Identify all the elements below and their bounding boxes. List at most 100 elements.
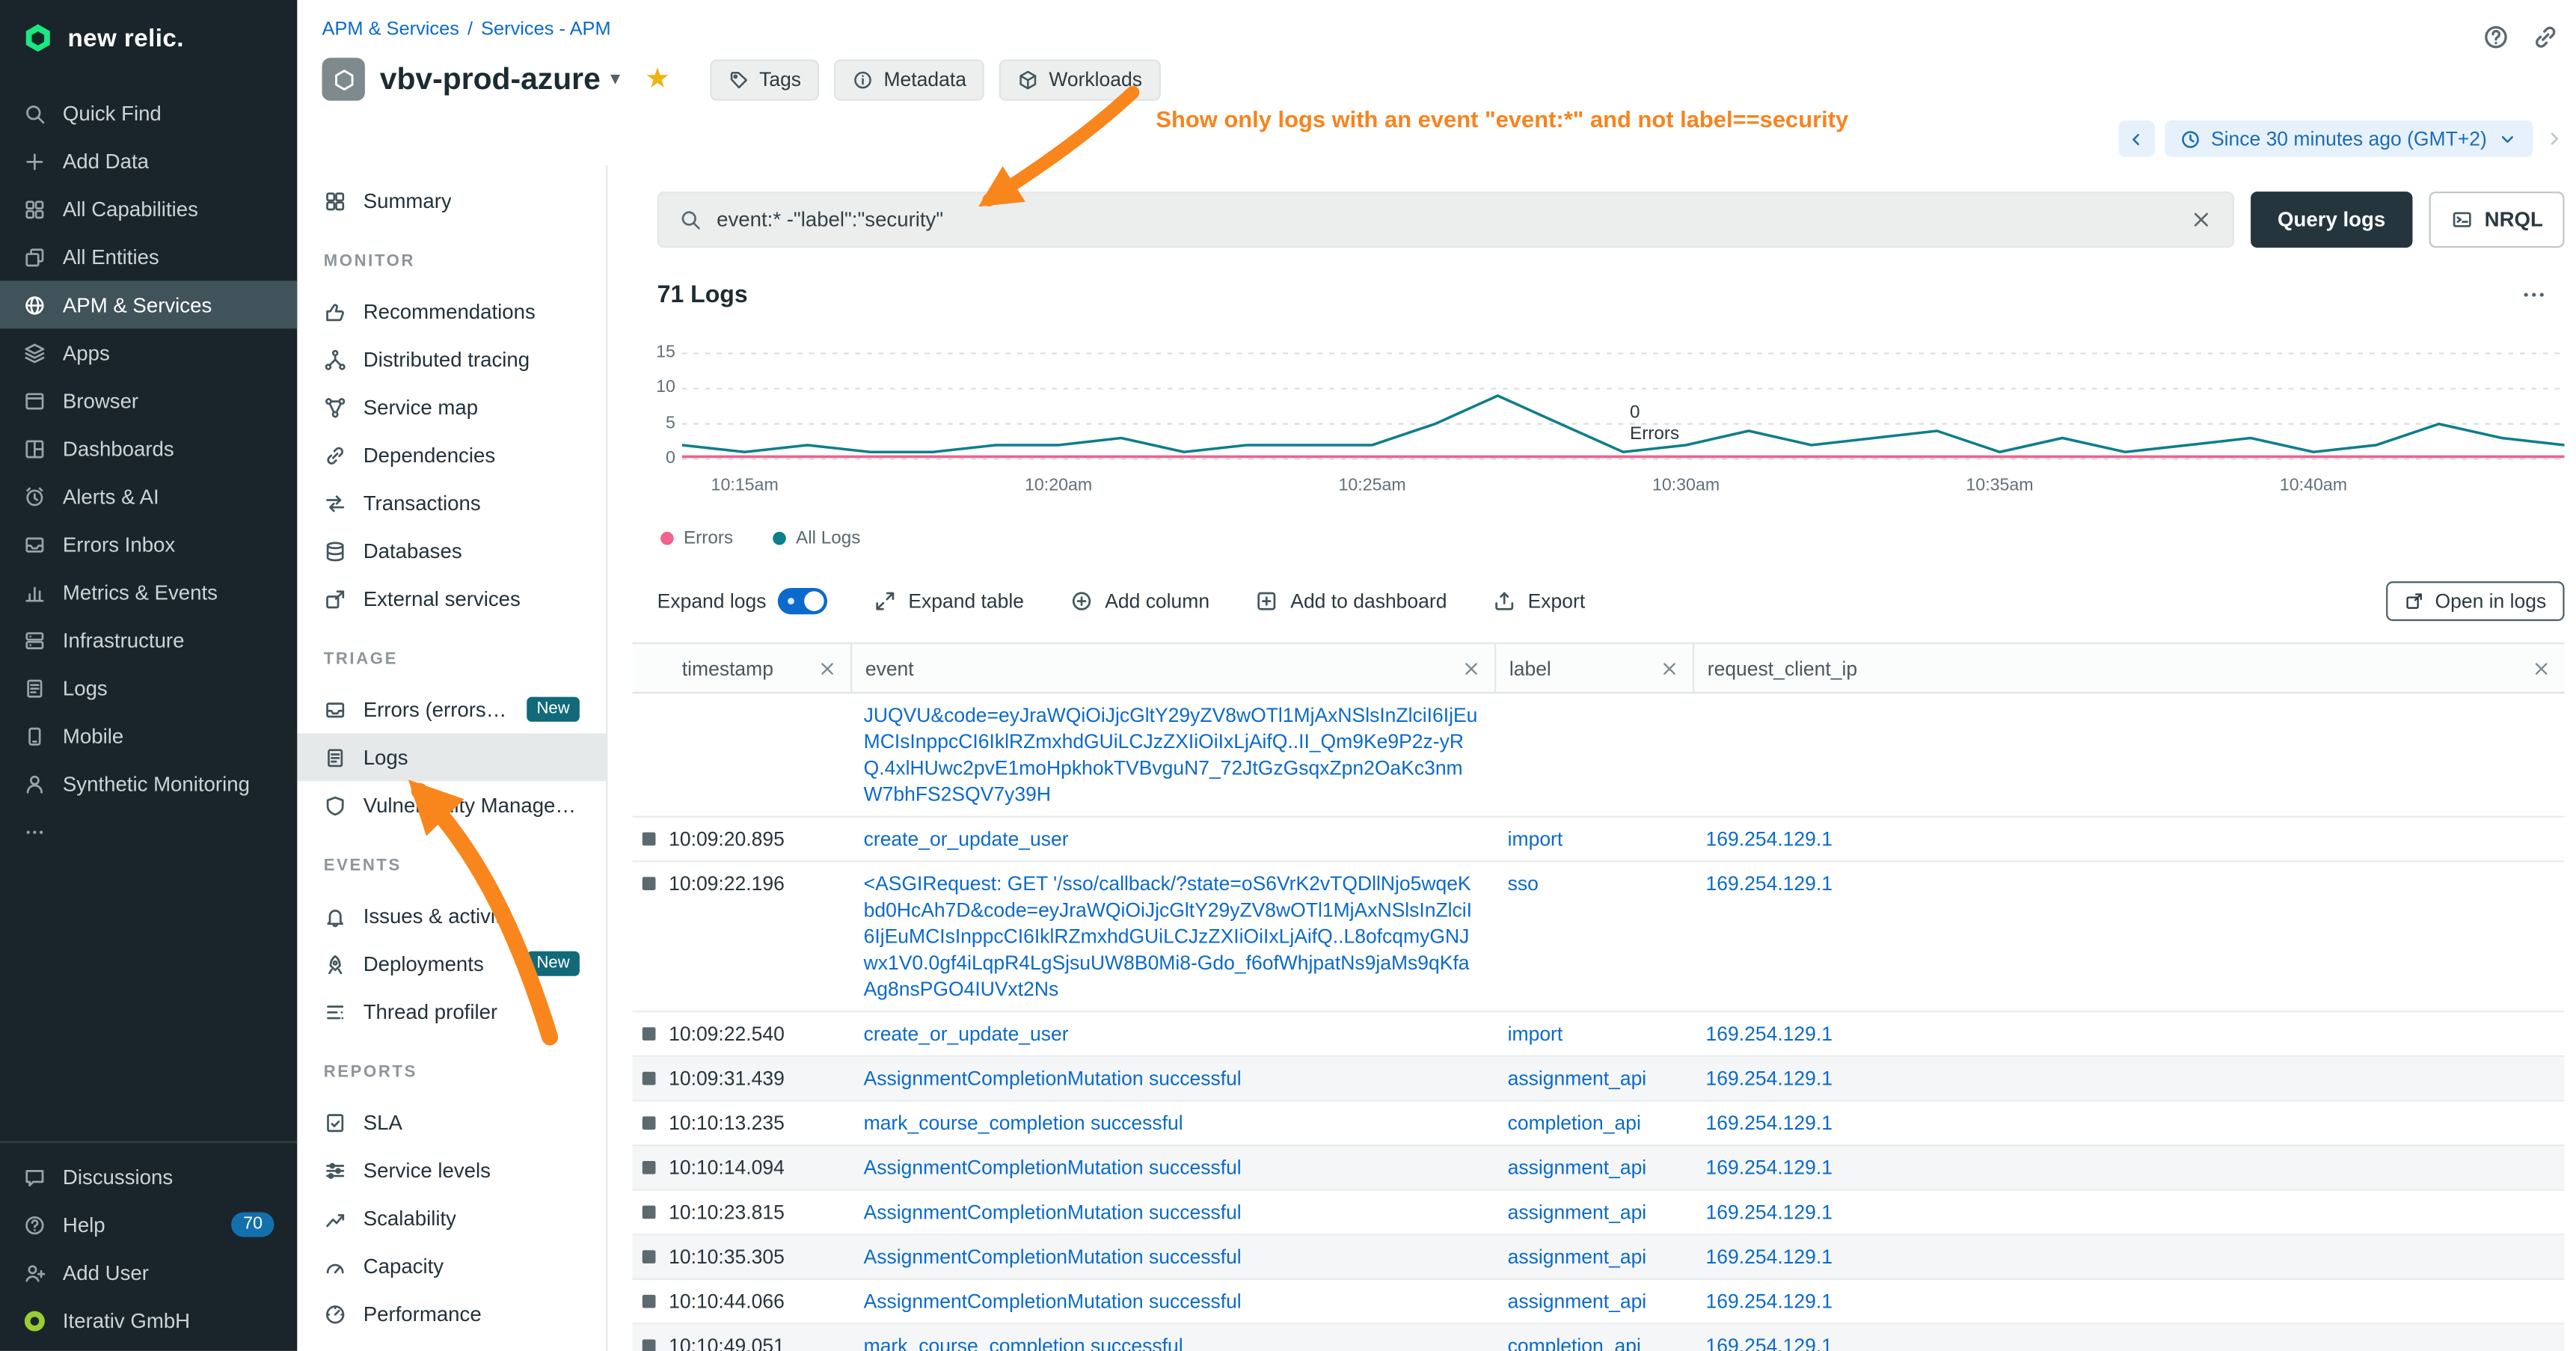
add-to-dashboard-button[interactable]: Add to dashboard xyxy=(1256,589,1447,613)
log-row[interactable]: 10:10:49.051mark_course_completion succe… xyxy=(633,1325,2565,1351)
log-row[interactable]: 10:09:22.540create_or_update_userimport1… xyxy=(633,1012,2565,1057)
sidebar-item-synthetic-monitoring[interactable]: Synthetic Monitoring xyxy=(0,760,297,808)
sidebar-item-errors-inbox[interactable]: Errors Inbox xyxy=(0,520,297,568)
log-row[interactable]: JUQVU&code=eyJraWQiOiJjcGltY29yZV8wOTl1M… xyxy=(633,693,2565,818)
row-expander[interactable] xyxy=(643,1250,656,1263)
log-label-link[interactable]: completion_api xyxy=(1508,1335,1641,1351)
expand-logs-toggle[interactable] xyxy=(778,588,827,614)
subnav-item-deployments[interactable]: DeploymentsNew xyxy=(297,940,606,987)
log-row[interactable]: 10:10:35.305AssignmentCompletionMutation… xyxy=(633,1235,2565,1280)
row-expander[interactable] xyxy=(643,833,656,846)
sidebar-item-all-capabilities[interactable]: All Capabilities xyxy=(0,185,297,233)
log-ip-link[interactable]: 169.254.129.1 xyxy=(1706,1246,1833,1269)
subnav-item-performance[interactable]: Performance xyxy=(297,1290,606,1338)
log-label-link[interactable]: assignment_api xyxy=(1508,1246,1647,1269)
remove-column-icon[interactable] xyxy=(818,658,837,678)
subnav-item-summary[interactable]: Summary xyxy=(297,177,606,224)
log-event-link[interactable]: <ASGIRequest: GET '/sso/callback/?state=… xyxy=(864,872,1472,1001)
more-options-icon[interactable] xyxy=(2520,281,2548,309)
log-ip-link[interactable]: 169.254.129.1 xyxy=(1706,1201,1833,1224)
favorite-star-icon[interactable]: ★ xyxy=(645,63,670,96)
sidebar-item-add-user[interactable]: Add User xyxy=(0,1249,297,1296)
row-expander[interactable] xyxy=(643,1295,656,1308)
clear-query-icon[interactable] xyxy=(2190,208,2213,231)
log-row[interactable]: 10:09:20.895create_or_update_userimport1… xyxy=(633,818,2565,863)
subnav-item-dependencies[interactable]: Dependencies xyxy=(297,431,606,479)
log-ip-link[interactable]: 169.254.129.1 xyxy=(1706,1023,1833,1046)
log-query-input[interactable]: event:* -"label":"security" xyxy=(657,192,2235,248)
log-event-link[interactable]: AssignmentCompletionMutation successful xyxy=(864,1067,1242,1090)
sidebar-item-discussions[interactable]: Discussions xyxy=(0,1153,297,1201)
legend-item-errors[interactable]: Errors xyxy=(660,528,733,548)
log-ip-link[interactable]: 169.254.129.1 xyxy=(1706,1112,1833,1135)
subnav-item-external-services[interactable]: External services xyxy=(297,575,606,622)
log-label-link[interactable]: assignment_api xyxy=(1508,1290,1647,1313)
sidebar-item-help[interactable]: Help70 xyxy=(0,1201,297,1249)
log-event-link[interactable]: AssignmentCompletionMutation successful xyxy=(864,1290,1242,1313)
breadcrumb-link[interactable]: Services - APM xyxy=(481,19,611,39)
open-in-logs-button[interactable]: Open in logs xyxy=(2385,581,2564,621)
log-row[interactable]: 10:10:44.066AssignmentCompletionMutation… xyxy=(633,1280,2565,1325)
log-row[interactable]: 10:10:13.235mark_course_completion succe… xyxy=(633,1102,2565,1147)
query-logs-button[interactable]: Query logs xyxy=(2251,192,2412,248)
sidebar-item-add-data[interactable]: Add Data xyxy=(0,137,297,185)
subnav-item-service-levels[interactable]: Service levels xyxy=(297,1146,606,1194)
subnav-item-distributed-tracing[interactable]: Distributed tracing xyxy=(297,335,606,383)
sidebar-item-dashboards[interactable]: Dashboards xyxy=(0,424,297,472)
log-event-link[interactable]: mark_course_completion successful xyxy=(864,1335,1183,1351)
subnav-item-issues-activity[interactable]: Issues & activity xyxy=(297,892,606,940)
row-expander[interactable] xyxy=(643,1072,656,1085)
log-label-link[interactable]: assignment_api xyxy=(1508,1201,1647,1224)
add-column-button[interactable]: Add column xyxy=(1070,589,1209,613)
time-back-button[interactable] xyxy=(2118,120,2155,157)
log-ip-link[interactable]: 169.254.129.1 xyxy=(1706,1067,1833,1090)
export-button[interactable]: Export xyxy=(1493,589,1585,613)
row-expander[interactable] xyxy=(643,1161,656,1174)
log-row[interactable]: 10:09:22.196<ASGIRequest: GET '/sso/call… xyxy=(633,862,2565,1012)
entity-dropdown-caret-icon[interactable]: ▼ xyxy=(607,70,624,88)
breadcrumb-link[interactable]: APM & Services xyxy=(322,19,459,39)
log-label-link[interactable]: sso xyxy=(1508,872,1539,895)
time-forward-icon[interactable] xyxy=(2543,127,2566,150)
subnav-item-databases[interactable]: Databases xyxy=(297,527,606,575)
chart-plot[interactable] xyxy=(682,337,2565,469)
nrql-button[interactable]: NRQL xyxy=(2429,192,2565,248)
remove-column-icon[interactable] xyxy=(1462,658,1481,678)
log-row[interactable]: 10:10:23.815AssignmentCompletionMutation… xyxy=(633,1191,2565,1236)
log-event-link[interactable]: AssignmentCompletionMutation successful xyxy=(864,1246,1242,1269)
log-ip-link[interactable]: 169.254.129.1 xyxy=(1706,872,1833,895)
subnav-item-recommendations[interactable]: Recommendations xyxy=(297,287,606,335)
sidebar-item-metrics-events[interactable]: Metrics & Events xyxy=(0,568,297,616)
sidebar-item-iterativ-gmbh[interactable]: Iterativ GmbH xyxy=(0,1296,297,1344)
log-label-link[interactable]: completion_api xyxy=(1508,1112,1641,1135)
sidebar-item-infrastructure[interactable]: Infrastructure xyxy=(0,616,297,664)
log-label-link[interactable]: import xyxy=(1508,1023,1563,1046)
sidebar-item-all-entities[interactable]: All Entities xyxy=(0,233,297,281)
time-picker-button[interactable]: Since 30 minutes ago (GMT+2) xyxy=(2165,120,2533,157)
log-event-link[interactable]: AssignmentCompletionMutation successful xyxy=(864,1201,1242,1224)
legend-item-all-logs[interactable]: All Logs xyxy=(773,528,860,548)
subnav-item-capacity[interactable]: Capacity xyxy=(297,1242,606,1290)
log-ip-link[interactable]: 169.254.129.1 xyxy=(1706,1335,1833,1351)
row-expander[interactable] xyxy=(643,1116,656,1130)
log-label-link[interactable]: assignment_api xyxy=(1508,1156,1647,1179)
sidebar-item-alerts-ai[interactable]: Alerts & AI xyxy=(0,472,297,520)
log-label-link[interactable]: import xyxy=(1508,827,1563,851)
log-row[interactable]: 10:09:31.439AssignmentCompletionMutation… xyxy=(633,1057,2565,1102)
remove-column-icon[interactable] xyxy=(2531,658,2551,678)
subnav-item-sla[interactable]: SLA xyxy=(297,1098,606,1146)
sidebar-item-quick-find[interactable]: Quick Find xyxy=(0,89,297,137)
row-expander[interactable] xyxy=(643,1339,656,1351)
subnav-item-vulnerability-management[interactable]: Vulnerability Management xyxy=(297,781,606,829)
log-ip-link[interactable]: 169.254.129.1 xyxy=(1706,827,1833,851)
newrelic-logo[interactable]: new relic. xyxy=(0,0,297,76)
sidebar-item-more[interactable] xyxy=(0,808,297,856)
subnav-item-transactions[interactable]: Transactions xyxy=(297,479,606,527)
expand-table-button[interactable]: Expand table xyxy=(874,589,1024,613)
log-query-text[interactable]: event:* -"label":"security" xyxy=(717,208,2175,231)
row-expander[interactable] xyxy=(643,1206,656,1219)
pill-workloads[interactable]: Workloads xyxy=(999,58,1160,99)
subnav-item-errors-errors-inb[interactable]: Errors (errors inb...New xyxy=(297,685,606,733)
log-label-link[interactable]: assignment_api xyxy=(1508,1067,1647,1090)
sidebar-item-browser[interactable]: Browser xyxy=(0,376,297,424)
